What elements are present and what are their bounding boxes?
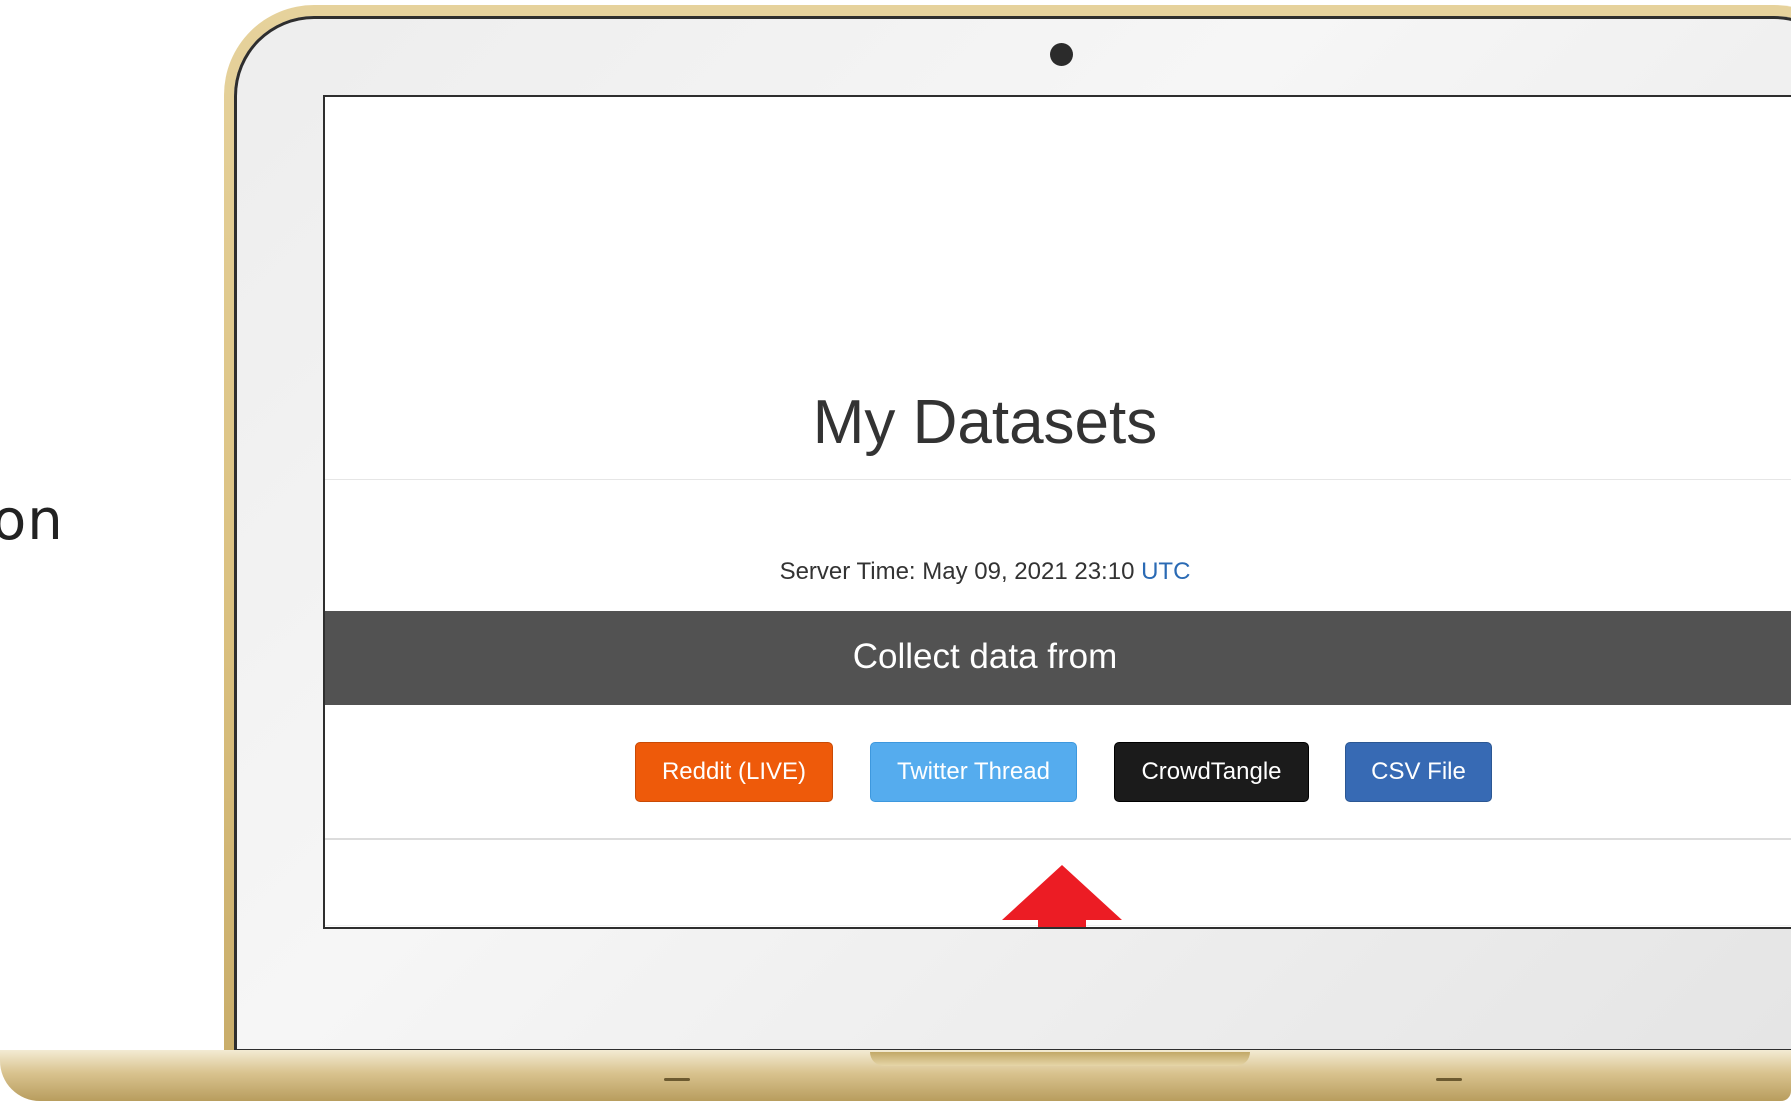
collect-heading: Collect data from [852,637,1118,676]
cropped-side-text: on [0,488,64,553]
twitter-thread-button[interactable]: Twitter Thread [870,742,1077,802]
divider [325,838,1791,840]
laptop-screen: My Datasets Server Time: May 09, 2021 23… [323,95,1791,929]
laptop-foot [664,1078,690,1081]
divider [325,479,1791,480]
stage: on My Datasets Server Time: May 09, 2021… [0,0,1791,1101]
red-up-arrow-icon [1002,865,1122,927]
laptop-foot [1436,1078,1462,1081]
server-time: Server Time: May 09, 2021 23:10 UTC [325,558,1645,586]
laptop-hinge [870,1052,1250,1066]
webcam-icon [1050,43,1073,66]
csv-file-button[interactable]: CSV File [1345,742,1492,802]
server-time-label: Server Time: May 09, 2021 23:10 [779,558,1135,585]
reddit-live-button[interactable]: Reddit (LIVE) [635,742,833,802]
collect-heading-bar: Collect data from [325,611,1791,705]
page-title: My Datasets [812,388,1158,457]
timezone-link[interactable]: UTC [1141,558,1190,585]
crowdtangle-button[interactable]: CrowdTangle [1114,742,1309,802]
